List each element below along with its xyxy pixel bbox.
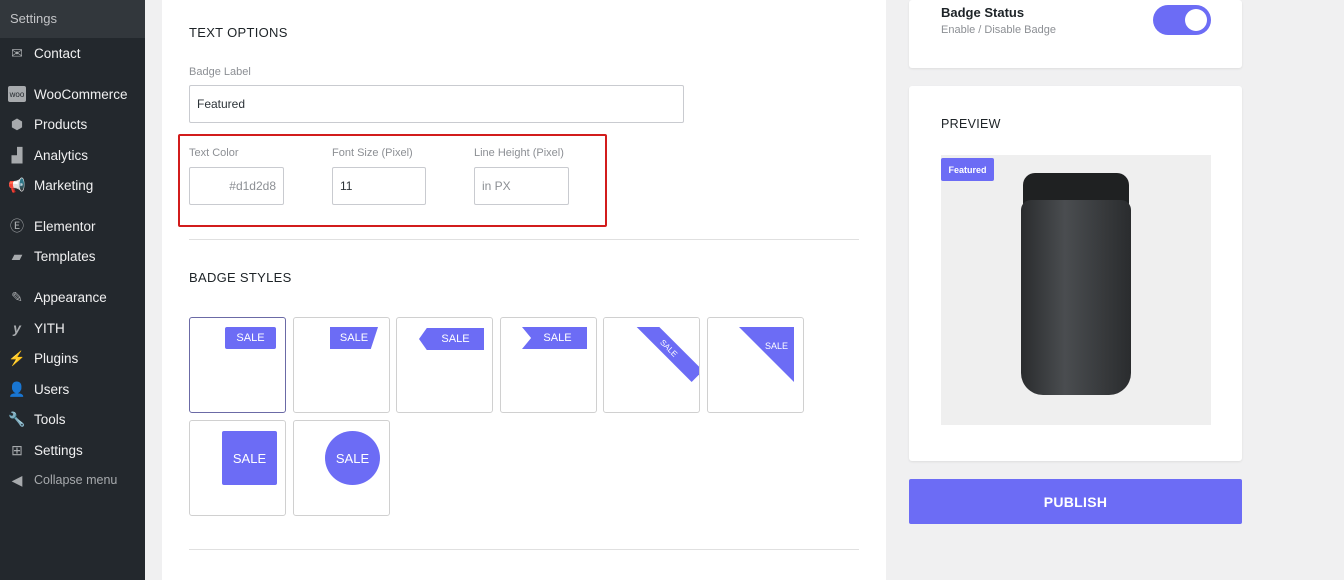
divider <box>189 239 859 240</box>
product-image: Featured <box>941 155 1211 425</box>
badge-style-1[interactable]: SALE <box>189 317 286 413</box>
text-options-heading: TEXT OPTIONS <box>189 25 288 40</box>
preview-badge: Featured <box>941 158 994 181</box>
collapse-menu-button[interactable]: ◀ Collapse menu <box>0 466 145 494</box>
font-size-label: Font Size (Pixel) <box>332 147 413 159</box>
sidebar-item-label: Templates <box>34 248 96 264</box>
sidebar-item-settings[interactable]: ⊞ Settings <box>0 436 145 464</box>
sidebar-item-label: YITH <box>34 320 65 336</box>
text-color-input[interactable]: #d1d2d8 <box>189 167 284 205</box>
settings-icon: ⊞ <box>11 441 23 458</box>
folder-icon: ▰ <box>11 247 23 264</box>
badge-status-subtitle: Enable / Disable Badge <box>941 24 1056 36</box>
sidebar-item-label: Contact <box>34 45 81 61</box>
user-icon: 👤 <box>8 380 26 397</box>
badge-sale: SALE <box>325 431 380 485</box>
sidebar-item-appearance[interactable]: ✎ Appearance <box>0 283 145 311</box>
admin-sidebar: Settings ✉ Contact woo WooCommerce ⬢ Produc… <box>0 0 145 580</box>
badge-status-title: Badge Status <box>941 5 1025 20</box>
badge-status-toggle[interactable] <box>1153 5 1211 35</box>
badge-sale: SALE <box>739 327 794 382</box>
sidebar-item-analytics[interactable]: ▟ Analytics <box>0 141 145 169</box>
plug-icon: ⚡ <box>8 349 26 366</box>
sidebar-item-plugins[interactable]: ⚡ Plugins <box>0 344 145 372</box>
sidebar-item-label: Products <box>34 116 88 132</box>
envelope-icon: ✉ <box>11 44 23 61</box>
sidebar-item-users[interactable]: 👤 Users <box>0 375 145 403</box>
sidebar-item-marketing[interactable]: 📢 Marketing <box>0 171 145 199</box>
brush-icon: ✎ <box>11 288 23 305</box>
badge-style-8[interactable]: SALE <box>293 420 390 516</box>
sidebar-item-products[interactable]: ⬢ Products <box>0 110 145 138</box>
box-icon: ⬢ <box>10 115 24 132</box>
sidebar-item-templates[interactable]: ▰ Templates <box>0 242 145 270</box>
text-color-label: Text Color <box>189 147 239 159</box>
sidebar-item-label: Tools <box>34 411 66 427</box>
badge-label-input[interactable]: Featured <box>189 85 684 123</box>
collapse-icon: ◀ <box>11 471 23 488</box>
bar-chart-icon: ▟ <box>11 146 23 163</box>
badge-style-3[interactable]: SALE <box>396 317 493 413</box>
sidebar-item-contact[interactable]: ✉ Contact <box>0 39 145 67</box>
wrench-icon: 🔧 <box>8 410 26 427</box>
sidebar-item-elementor[interactable]: Ⓔ Elementor <box>0 212 145 240</box>
badge-style-5[interactable]: SALE <box>603 317 700 413</box>
badge-label-label: Badge Label <box>189 66 251 78</box>
sidebar-item-label: Settings <box>34 442 83 458</box>
preview-heading: PREVIEW <box>941 117 1001 131</box>
sidebar-item-label: WooCommerce <box>34 86 128 102</box>
badge-sale: SALE <box>330 327 378 349</box>
publish-button[interactable]: PUBLISH <box>909 479 1242 524</box>
sidebar-item-label: Analytics <box>34 147 89 163</box>
badge-sale: SALE <box>222 431 277 485</box>
badge-style-4[interactable]: SALE <box>500 317 597 413</box>
woo-icon: woo <box>8 86 26 102</box>
sidebar-item-label: Users <box>34 381 70 397</box>
speaker-body <box>1021 200 1131 395</box>
badge-styles-heading: BADGE STYLES <box>189 270 292 285</box>
megaphone-icon: 📢 <box>8 176 26 193</box>
preview-card: PREVIEW Featured <box>909 86 1242 461</box>
badge-settings-panel: TEXT OPTIONS Badge Label Featured Text C… <box>162 0 886 580</box>
line-height-label: Line Height (Pixel) <box>474 147 564 159</box>
line-height-input[interactable]: in PX <box>474 167 569 205</box>
sidebar-item-label: Marketing <box>34 177 94 193</box>
sidebar-item-label: Collapse menu <box>34 473 118 487</box>
badge-sale: SALE <box>419 328 484 350</box>
font-size-input[interactable]: 11 <box>332 167 426 205</box>
badge-style-7[interactable]: SALE <box>189 420 286 516</box>
badge-sale: SALE <box>522 327 587 349</box>
sidebar-item-yith[interactable]: y YITH <box>0 314 145 342</box>
sidebar-item-tools[interactable]: 🔧 Tools <box>0 405 145 433</box>
divider <box>189 549 859 550</box>
sidebar-item-label: Elementor <box>34 218 96 234</box>
sidebar-item-woocommerce[interactable]: woo WooCommerce <box>0 80 145 108</box>
sidebar-item-label: Plugins <box>34 350 79 366</box>
yith-icon: y <box>13 320 21 336</box>
badge-style-2[interactable]: SALE <box>293 317 390 413</box>
badge-style-6[interactable]: SALE <box>707 317 804 413</box>
sidebar-settings-header[interactable]: Settings <box>0 0 145 38</box>
badge-sale: SALE <box>225 327 276 349</box>
sidebar-item-label: Appearance <box>34 289 107 305</box>
elementor-icon: Ⓔ <box>10 218 24 234</box>
